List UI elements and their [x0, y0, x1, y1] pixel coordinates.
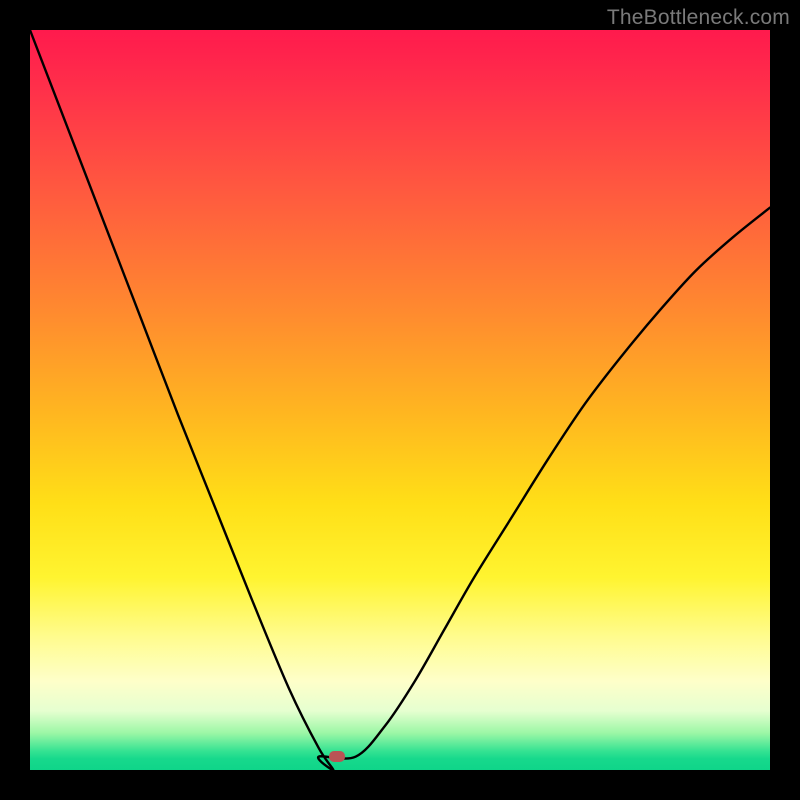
bottleneck-curve — [30, 30, 770, 770]
minimum-marker — [329, 751, 345, 762]
outer-frame: TheBottleneck.com — [0, 0, 800, 800]
watermark-text: TheBottleneck.com — [607, 6, 790, 30]
curve-path — [30, 30, 770, 770]
plot-area — [30, 30, 770, 770]
